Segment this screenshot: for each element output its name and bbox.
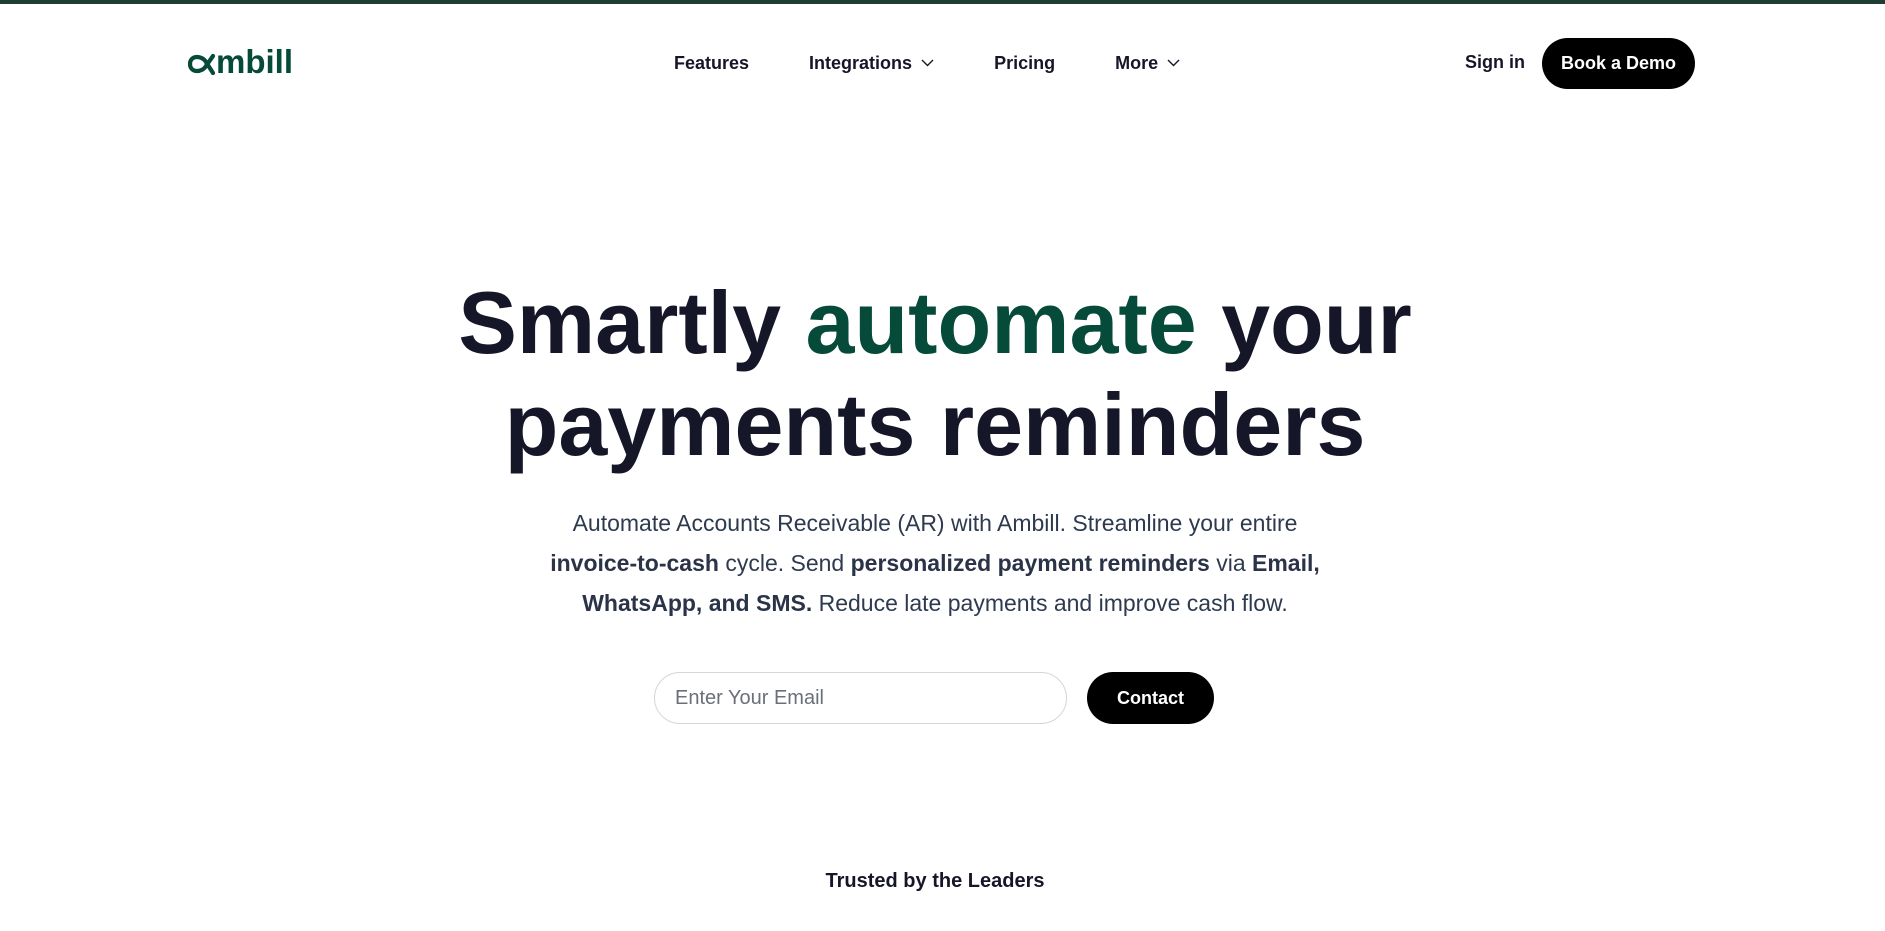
nav-item-label: More: [1115, 52, 1159, 73]
hero-sub-bold: personalized payment reminders: [850, 550, 1210, 576]
nav-item-more[interactable]: More: [1115, 53, 1180, 74]
email-input[interactable]: [654, 672, 1067, 724]
nav-item-label: Pricing: [994, 52, 1056, 73]
site-header: mbill Features Integrations Pricing More…: [0, 4, 1885, 114]
hero-title: Smartly automate your payments reminders: [0, 272, 1870, 476]
nav-item-label: Features: [674, 52, 750, 73]
trusted-heading: Trusted by the Leaders: [825, 870, 1045, 892]
sign-in-link[interactable]: Sign in: [1465, 52, 1525, 73]
hero-title-line2: payments reminders: [504, 375, 1366, 474]
hero-title-part: your: [1196, 273, 1412, 372]
chevron-down-icon: [921, 59, 934, 67]
hero-subtitle: Automate Accounts Receivable (AR) with A…: [535, 503, 1335, 623]
main-nav: Features Integrations Pricing More: [674, 48, 1180, 78]
ambill-logo-mark: mbill: [187, 43, 293, 80]
hero-sub-text: cycle. Send: [718, 550, 851, 576]
nav-item-features[interactable]: Features: [674, 53, 749, 74]
chevron-down-icon: [1167, 59, 1180, 67]
nav-item-pricing[interactable]: Pricing: [994, 53, 1055, 74]
ambill-logo[interactable]: mbill: [186, 42, 312, 82]
contact-button[interactable]: Contact: [1087, 672, 1214, 724]
hero-sub-text: Reduce late payments and improve cash fl…: [812, 590, 1288, 616]
hero-title-accent: automate: [805, 273, 1197, 372]
book-demo-button[interactable]: Book a Demo: [1542, 38, 1695, 89]
hero-sub-bold: invoice-to-cash: [550, 550, 719, 576]
hero-title-part: Smartly: [458, 273, 806, 372]
logo-wordmark: mbill: [216, 43, 293, 80]
nav-item-integrations[interactable]: Integrations: [809, 53, 934, 74]
nav-item-label: Integrations: [809, 52, 913, 73]
hero-sub-text: via: [1209, 550, 1252, 576]
hero-sub-text: Automate Accounts Receivable (AR) with A…: [572, 510, 1298, 536]
